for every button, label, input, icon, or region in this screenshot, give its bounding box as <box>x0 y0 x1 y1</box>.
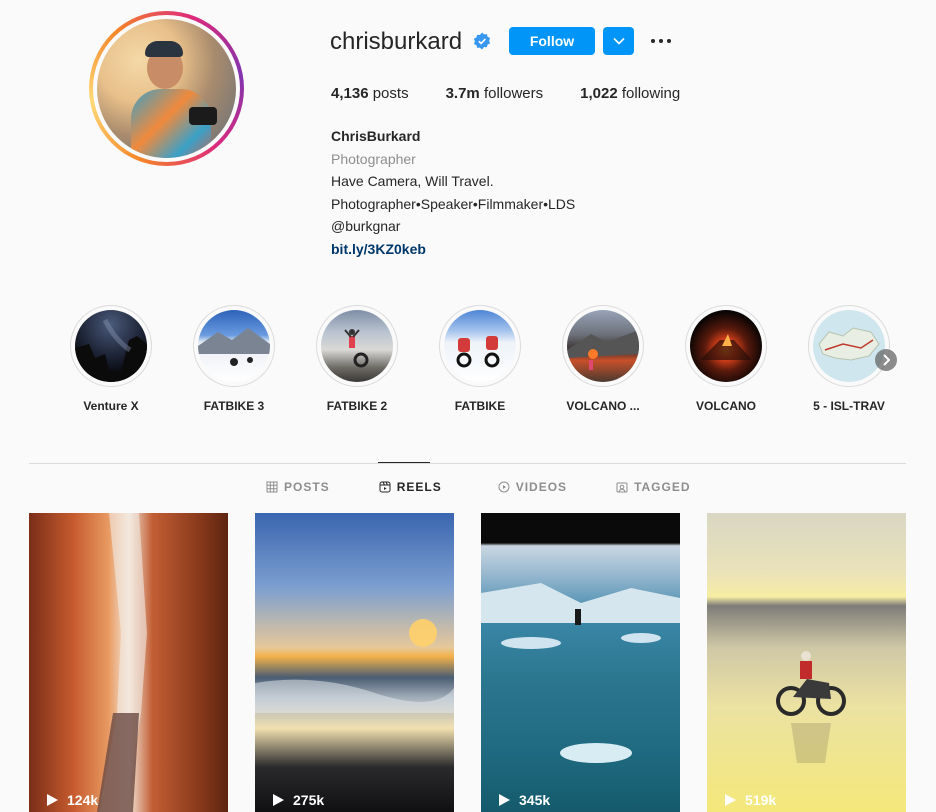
reel-tile[interactable]: 275k <box>255 513 454 812</box>
tab-tagged[interactable]: TAGGED <box>616 480 690 494</box>
play-circle-icon <box>498 481 510 493</box>
play-icon <box>499 794 510 806</box>
highlight-cover <box>444 310 516 382</box>
play-icon <box>47 794 58 806</box>
play-icon <box>725 794 736 806</box>
following-label: following <box>621 85 681 102</box>
chevron-right-icon <box>883 354 890 366</box>
highlight-cover <box>321 310 393 382</box>
highlight-label: VOLCANO ... <box>566 399 640 413</box>
bio-line: @burkgnar <box>331 218 401 235</box>
suggested-dropdown-button[interactable] <box>603 27 634 55</box>
tabs-divider <box>29 463 906 464</box>
tab-label: POSTS <box>284 480 330 494</box>
following-count: 1,022 <box>580 85 618 102</box>
highlight-volcano[interactable]: VOLCANO <box>684 305 768 413</box>
highlight-volcano-2[interactable]: VOLCANO ... <box>561 305 645 413</box>
grid-icon <box>266 481 278 493</box>
tag-icon <box>616 482 628 493</box>
reel-views: 124k <box>67 792 99 808</box>
followers-count: 3.7m <box>445 85 480 102</box>
followers-label: followers <box>483 85 544 102</box>
reel-tile[interactable]: 124k <box>29 513 228 812</box>
story-highlights: Venture X FATBIKE 3 FATBIKE 2 FATBIKE VO… <box>69 305 909 415</box>
reel-view-count: 275k <box>271 792 324 808</box>
highlight-label: Venture X <box>83 399 139 413</box>
reel-view-count: 519k <box>723 792 776 808</box>
highlight-label: FATBIKE 2 <box>326 399 388 413</box>
highlight-fatbike[interactable]: FATBIKE <box>438 305 522 413</box>
follow-button[interactable]: Follow <box>509 27 595 55</box>
posts-label: posts <box>372 85 409 102</box>
reel-view-count: 345k <box>497 792 550 808</box>
profile-stats: 4,136 posts 3.7m followers 1,022 followi… <box>331 85 717 102</box>
tab-videos[interactable]: VIDEOS <box>498 480 567 494</box>
following-stat[interactable]: 1,022 following <box>580 85 680 102</box>
reels-icon <box>379 481 391 493</box>
highlight-fatbike-2[interactable]: FATBIKE 2 <box>315 305 399 413</box>
reel-tile[interactable]: 345k <box>481 513 680 812</box>
more-options-button[interactable] <box>646 30 676 52</box>
avatar <box>97 19 236 158</box>
bio-line: Have Camera, Will Travel. <box>331 173 494 190</box>
tab-label: VIDEOS <box>515 480 568 494</box>
highlight-cover <box>813 310 885 382</box>
highlight-cover <box>198 310 270 382</box>
followers-stat[interactable]: 3.7m followers <box>446 85 544 102</box>
highlight-venture-x[interactable]: Venture X <box>69 305 153 413</box>
chevron-down-icon <box>612 37 625 45</box>
posts-stat: 4,136 posts <box>331 85 409 102</box>
active-tab-indicator <box>378 462 430 463</box>
highlight-label: VOLCANO <box>696 399 756 413</box>
highlights-next-button[interactable] <box>875 349 897 371</box>
reel-views: 275k <box>293 792 325 808</box>
highlight-label: FATBIKE 3 <box>203 399 265 413</box>
profile-full-name: ChrisBurkard <box>331 128 421 144</box>
highlight-cover <box>75 310 147 382</box>
profile-bio: ChrisBurkard Photographer Have Camera, W… <box>331 125 575 261</box>
profile-avatar-ring[interactable] <box>89 11 244 166</box>
profile-username: chrisburkard <box>330 28 463 55</box>
ellipsis-icon <box>651 39 655 43</box>
bio-link[interactable]: bit.ly/3KZ0keb <box>331 238 575 261</box>
highlight-fatbike-3[interactable]: FATBIKE 3 <box>192 305 276 413</box>
tab-posts[interactable]: POSTS <box>266 480 330 494</box>
highlight-cover <box>690 310 762 382</box>
profile-tabs: POSTS REELS VIDEOS TAGGED <box>266 480 740 494</box>
reel-views: 345k <box>519 792 551 808</box>
reel-views: 519k <box>745 792 777 808</box>
tab-reels[interactable]: REELS <box>379 480 442 494</box>
verified-badge-icon <box>473 32 491 50</box>
reel-tile[interactable]: 519k <box>707 513 906 812</box>
posts-count: 4,136 <box>331 85 369 102</box>
tab-label: TAGGED <box>634 480 691 494</box>
highlight-label: FATBIKE <box>454 399 506 413</box>
reel-view-count: 124k <box>45 792 98 808</box>
highlight-label: 5 - ISL-TRAV <box>813 399 885 413</box>
profile-category: Photographer <box>331 150 416 167</box>
highlight-cover <box>567 310 639 382</box>
tab-label: REELS <box>396 480 442 494</box>
play-icon <box>273 794 284 806</box>
bio-line: Photographer•Speaker•Filmmaker•LDS <box>331 195 576 212</box>
